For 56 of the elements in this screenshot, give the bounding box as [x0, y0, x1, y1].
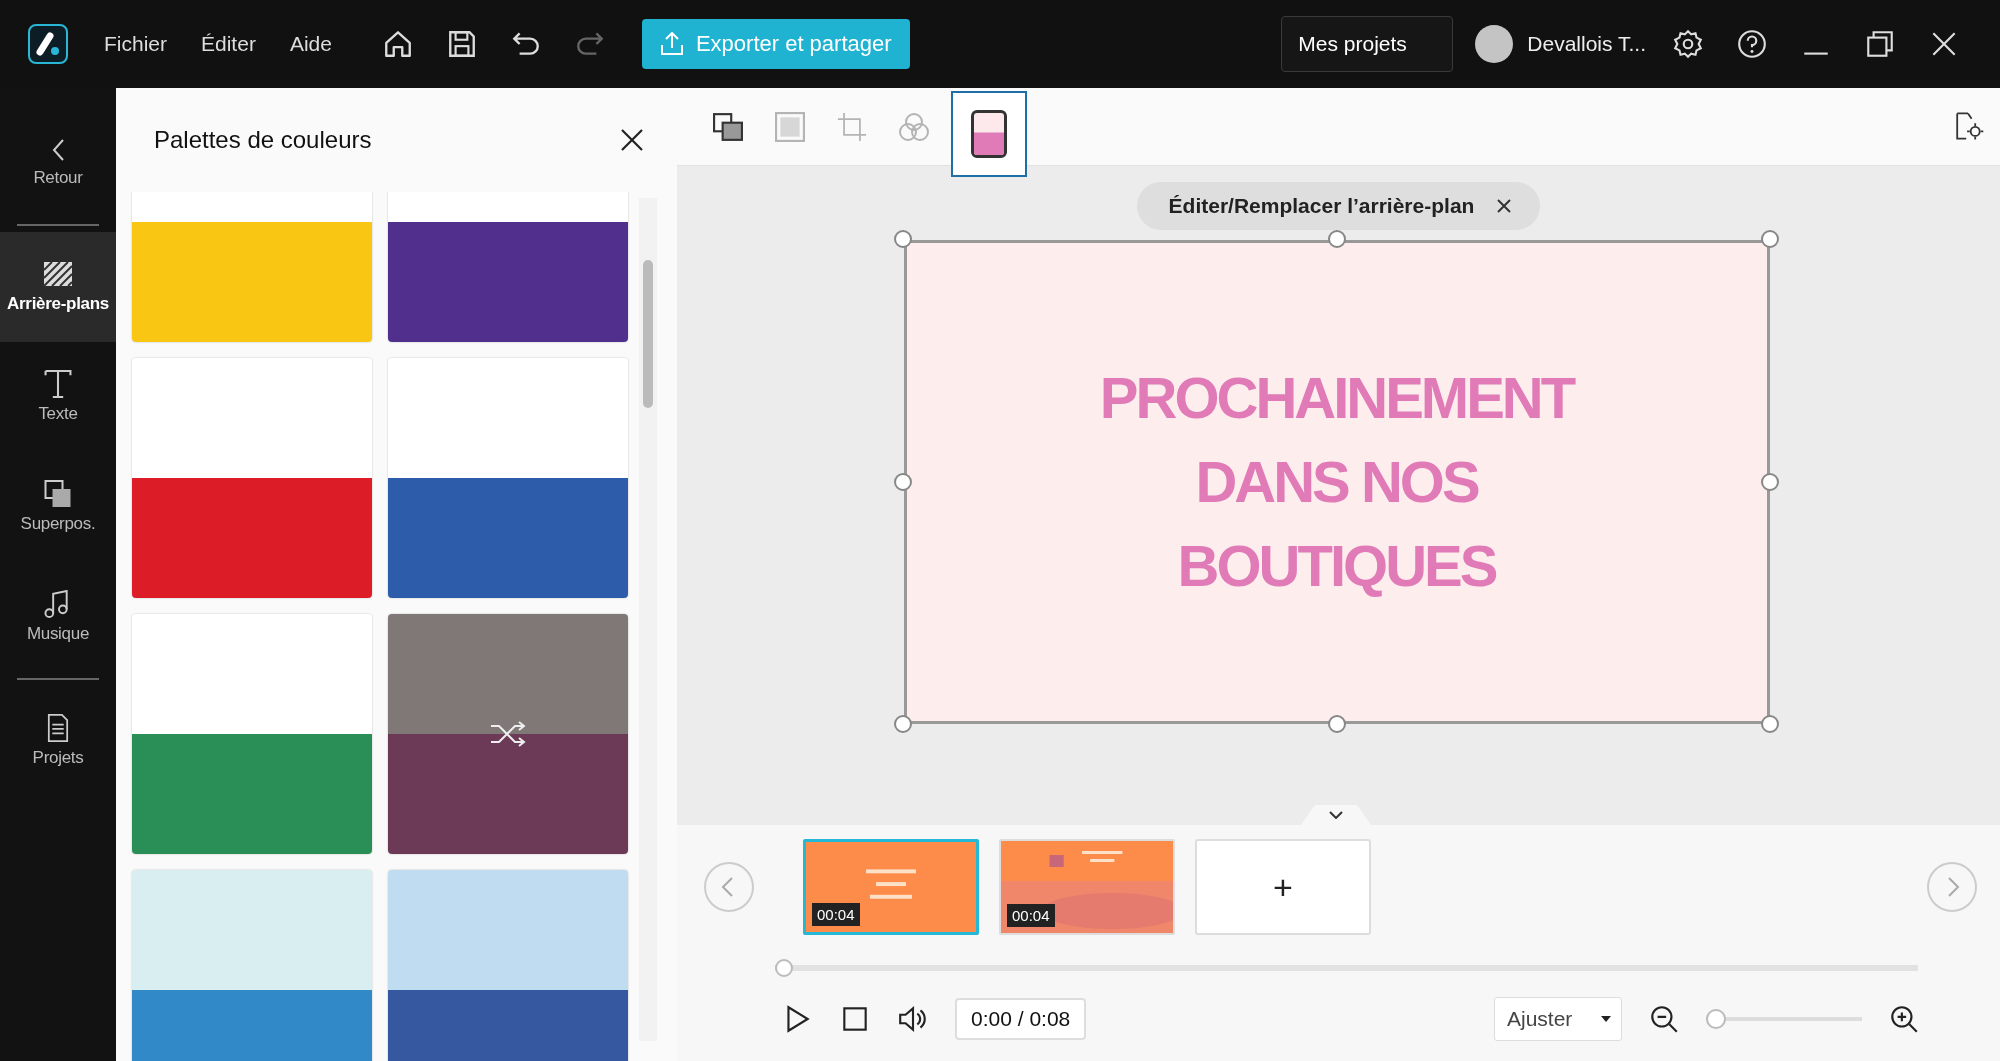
chevron-down-icon [1329, 811, 1343, 819]
scrollbar[interactable] [639, 198, 657, 1041]
hint-pill: Éditer/Remplacer l’arrière-plan [1136, 182, 1541, 230]
menu-item[interactable]: Éditer [201, 32, 256, 56]
palette-card[interactable] [132, 358, 372, 598]
menu-item[interactable]: Aide [289, 32, 332, 56]
fill-icon [971, 110, 1007, 158]
slide-text: PROCHAINEMENT [1099, 364, 1574, 432]
nav-icon [43, 480, 73, 508]
frame-icon [775, 112, 805, 142]
projects-button[interactable]: Mes projets [1281, 16, 1454, 72]
help-icon[interactable] [1736, 28, 1768, 60]
slide-thumbnail[interactable]: 00:04 [803, 839, 979, 935]
panel-title: Palettes de couleurs [154, 126, 372, 154]
fit-dropdown[interactable]: Ajuster [1494, 997, 1622, 1041]
caret-icon [1601, 1016, 1611, 1022]
zoom-in-icon[interactable] [1888, 1003, 1920, 1035]
nav-icon [43, 260, 73, 288]
menu-item[interactable]: Fichier [104, 32, 167, 56]
slide-text: DANS NOS [1195, 448, 1478, 516]
nav-item[interactable]: Musique [0, 562, 116, 672]
avatar-icon[interactable] [1475, 25, 1514, 63]
palette-card[interactable] [132, 614, 372, 854]
nav-icon [43, 370, 73, 398]
palette-card[interactable] [388, 358, 628, 598]
resize-handle[interactable] [893, 230, 912, 248]
time-display: 0:00 / 0:08 [955, 998, 1087, 1040]
restore-icon[interactable] [1864, 28, 1896, 60]
nav-icon [50, 138, 66, 162]
resize-handle[interactable] [1760, 230, 1779, 248]
resize-handle[interactable] [1327, 230, 1346, 248]
user-name[interactable]: Devallois T... [1527, 32, 1646, 56]
upload-icon [659, 32, 684, 56]
layers-icon [713, 112, 743, 142]
palette-card[interactable] [388, 870, 628, 1061]
nav-item[interactable]: Projets [0, 686, 116, 796]
nav-item[interactable]: Texte [0, 342, 116, 452]
circles-icon [899, 112, 929, 142]
nav-item[interactable]: Retour [0, 108, 116, 218]
slide-thumbnail[interactable]: 00:04 [999, 839, 1175, 935]
crop-icon [837, 112, 867, 142]
zoom-out-icon[interactable] [1648, 1003, 1680, 1035]
nav-item[interactable]: Superpos. [0, 452, 116, 562]
resize-handle[interactable] [893, 715, 912, 733]
settings-icon[interactable] [1672, 28, 1704, 60]
app-logo-icon[interactable] [28, 24, 68, 64]
duration-label: 00:04 [1007, 904, 1055, 927]
slide-text: BOUTIQUES [1177, 532, 1496, 600]
resize-handle[interactable] [1760, 715, 1779, 733]
nav-item[interactable]: Arrière-plans [0, 232, 116, 342]
shuffle-icon[interactable] [488, 719, 528, 749]
volume-icon[interactable] [897, 1003, 929, 1035]
resize-handle[interactable] [893, 473, 912, 491]
duration-label: 00:04 [812, 903, 860, 926]
tool-button[interactable] [951, 91, 1027, 177]
add-slide-button[interactable]: + [1195, 839, 1371, 935]
